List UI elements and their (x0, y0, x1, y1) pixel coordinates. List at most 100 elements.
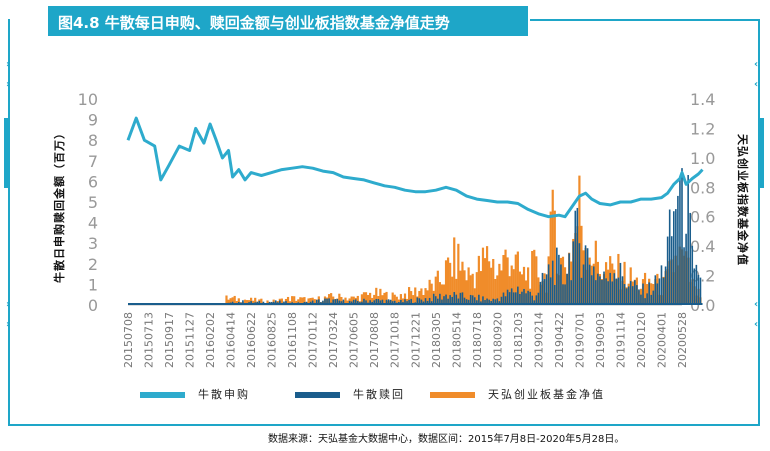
x-tick-label: 20160622 (245, 312, 258, 368)
bar-redeem (515, 292, 517, 305)
bar-redeem (595, 280, 597, 305)
bar-redeem (502, 292, 505, 305)
bar-redeem (231, 301, 234, 305)
x-tick-label: 20190903 (594, 312, 607, 368)
bar-redeem (250, 301, 252, 305)
y-left-tick-label: 7 (88, 152, 98, 171)
y-left-tick-label: 0 (88, 296, 98, 315)
source-note: 数据来源：天弘基金大数据中心，数据区间：2015年7月8日-2020年5月28日… (268, 434, 625, 445)
bar-redeem (266, 303, 269, 305)
bar-redeem (560, 264, 562, 305)
bar-redeem (611, 281, 614, 305)
bar-redeem (543, 279, 546, 305)
bar-redeem (652, 290, 655, 305)
bar-redeem (463, 297, 466, 305)
bar-redeem (523, 288, 525, 305)
bar-redeem (672, 211, 675, 305)
bar-redeem (379, 300, 382, 305)
bar-redeem (685, 233, 687, 305)
bar-redeem (276, 302, 279, 305)
bar-redeem (664, 266, 667, 305)
bar-redeem (558, 254, 560, 305)
y-left-tick-label: 10 (78, 90, 98, 109)
bar-redeem (576, 207, 579, 305)
bar-redeem (459, 292, 462, 305)
bar-redeem (272, 301, 275, 305)
bar-redeem (697, 274, 700, 305)
bar-redeem (504, 296, 507, 305)
bar-redeem (621, 276, 624, 305)
bar-redeem (660, 265, 663, 305)
bar-redeem (623, 284, 626, 305)
legend-label-nav: 天弘创业板基金净值 (488, 388, 605, 401)
bar-redeem (597, 273, 599, 305)
bar-redeem (562, 284, 564, 305)
bar-redeem (666, 236, 669, 305)
x-tick-label: 20160825 (266, 312, 279, 368)
bar-redeem (631, 286, 634, 305)
bar-redeem (428, 297, 431, 305)
bar-redeem (681, 168, 683, 305)
bar-redeem (375, 298, 378, 305)
x-tick-label: 20150713 (143, 312, 156, 368)
bar-redeem (609, 272, 611, 305)
x-tick-label: 20161108 (286, 312, 299, 368)
bar-redeem (258, 301, 261, 305)
bar-redeem (391, 301, 394, 305)
x-tick-label: 20170808 (368, 312, 381, 368)
y-left-tick-label: 2 (88, 255, 98, 274)
bar-redeem (689, 212, 692, 305)
bar-redeem (377, 299, 380, 305)
bar-redeem (340, 301, 343, 305)
bar-redeem (295, 303, 298, 305)
bar-redeem (551, 260, 554, 305)
bar-redeem (467, 299, 470, 305)
bar-redeem (412, 302, 415, 305)
bar-redeem (318, 299, 320, 305)
bar-redeem (285, 301, 287, 305)
bar-redeem (235, 303, 238, 305)
bar-redeem (252, 302, 254, 305)
bar-redeem (287, 303, 289, 305)
legend-swatch-redeem (295, 392, 340, 398)
bar-redeem (398, 302, 400, 305)
bar-redeem (426, 300, 429, 305)
bar-redeem (537, 292, 540, 305)
y-right-tick-label: 0.6 (690, 208, 715, 227)
bar-redeem (607, 281, 609, 305)
bar-redeem (473, 297, 476, 305)
bar-redeem (627, 286, 630, 305)
bar-redeem (545, 274, 548, 305)
bar-redeem (449, 295, 451, 305)
bar-redeem (233, 303, 236, 305)
bar-redeem (480, 301, 482, 305)
chart-canvas: 012345678910 0.00.20.40.60.81.01.21.4 20… (52, 90, 750, 368)
bar-redeem (625, 288, 628, 305)
bar-redeem (383, 303, 386, 305)
bar-purchase (490, 267, 493, 305)
bar-redeem (447, 298, 449, 305)
bar-redeem (582, 264, 585, 305)
bar-redeem (400, 299, 402, 305)
legend: 牛散申购 牛散赎回 天弘创业板基金净值 (140, 386, 660, 404)
bar-redeem (539, 281, 542, 305)
bar-redeem (656, 283, 659, 305)
bar-redeem (389, 299, 392, 305)
bar-redeem (580, 277, 583, 305)
bar-redeem (508, 292, 511, 305)
bar-redeem (533, 300, 536, 305)
bar-redeem (365, 300, 367, 305)
y-left-tick-label: 4 (88, 214, 98, 233)
bar-redeem (395, 302, 398, 305)
bar-redeem (506, 289, 509, 305)
bar-redeem (289, 303, 291, 305)
bar-redeem (517, 286, 519, 305)
bar-redeem (274, 300, 277, 305)
bar-redeem (293, 303, 295, 305)
bar-redeem (683, 247, 685, 305)
x-tick-label: 20200401 (655, 312, 668, 368)
bar-redeem (373, 300, 376, 305)
bar-redeem (418, 298, 421, 305)
bar-redeem (408, 299, 410, 305)
bar-redeem (642, 283, 644, 305)
